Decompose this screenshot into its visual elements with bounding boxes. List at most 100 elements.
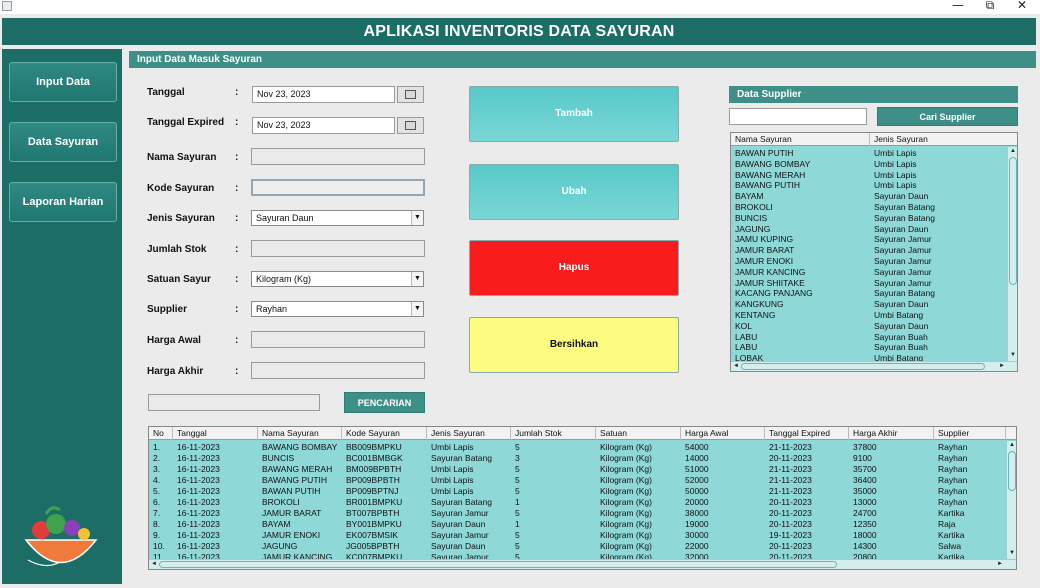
column-header[interactable]: Tanggal Expired	[765, 427, 849, 440]
table-cell: 19-11-2023	[769, 530, 812, 540]
scroll-down-icon[interactable]: ▼	[1007, 549, 1016, 558]
supplier-value: Rayhan	[256, 304, 288, 314]
column-header[interactable]: Jenis Sayuran	[870, 133, 1017, 146]
tanggal-calendar-button[interactable]	[397, 86, 424, 103]
chevron-down-icon[interactable]: ▼	[411, 302, 423, 316]
bersihkan-button[interactable]: Bersihkan	[469, 317, 679, 373]
search-input[interactable]	[148, 394, 320, 411]
column-header[interactable]: Jenis Sayuran	[427, 427, 511, 440]
table-row[interactable]: LABU Sayuran Buah	[731, 342, 1007, 353]
harga-akhir-field[interactable]	[251, 362, 425, 379]
table-row[interactable]: BAWANG PUTIH Umbi Lapis	[731, 180, 1007, 191]
table-row[interactable]: 7. 16-11-2023 JAMUR BARAT BT007BPBTH Sayuran…	[149, 508, 1006, 519]
supplier-horizontal-scrollbar[interactable]: ◄ ►	[731, 361, 1017, 371]
satuan-sayur-select[interactable]: Kilogram (Kg) ▼	[251, 271, 424, 287]
data-sayuran-table[interactable]: No Tanggal Nama Sayuran Kode Sayuran Jenis S…	[148, 426, 1017, 570]
scroll-thumb[interactable]	[1008, 451, 1016, 491]
tanggal-expired-field[interactable]: Nov 23, 2023	[252, 117, 395, 134]
table-cell: Kilogram (Kg)	[600, 475, 652, 485]
column-header[interactable]: Nama Sayuran	[258, 427, 342, 440]
sidebar-item-input-data[interactable]: Input Data	[9, 62, 117, 102]
colon: :	[235, 304, 239, 315]
column-header[interactable]: Satuan	[596, 427, 681, 440]
column-header[interactable]: Harga Awal	[681, 427, 765, 440]
pencarian-button[interactable]: PENCARIAN	[344, 392, 425, 413]
colon: :	[235, 244, 239, 255]
table-row[interactable]: KACANG PANJANG Sayuran Batang	[731, 288, 1007, 299]
tanggal-field[interactable]: Nov 23, 2023	[252, 86, 395, 103]
column-header[interactable]: Harga Akhir	[849, 427, 934, 440]
table-row[interactable]: 3. 16-11-2023 BAWANG MERAH BM009BPBTH Umbi L…	[149, 464, 1006, 475]
scroll-right-icon[interactable]: ►	[997, 362, 1007, 371]
table-row[interactable]: LABU Sayuran Buah	[731, 332, 1007, 343]
table-row[interactable]: 9. 16-11-2023 JAMUR ENOKI EK007BMSIK Sayuran…	[149, 530, 1006, 541]
maximize-button[interactable]: ⧉	[975, 0, 1005, 12]
hapus-button[interactable]: Hapus	[469, 240, 679, 296]
table-row[interactable]: 6. 16-11-2023 BROKOLI BR001BMPKU Sayuran Bat…	[149, 497, 1006, 508]
table-row[interactable]: 5. 16-11-2023 BAWAN PUTIH BP009BPTNJ Umbi La…	[149, 486, 1006, 497]
table-cell: Kartika	[938, 530, 965, 540]
table-row[interactable]: BUNCIS Sayuran Batang	[731, 213, 1007, 224]
sidebar-item-laporan-harian[interactable]: Laporan Harian	[9, 182, 117, 222]
table-row[interactable]: BAYAM Sayuran Daun	[731, 191, 1007, 202]
supplier-table[interactable]: Nama Sayuran Jenis Sayuran BAWAN PUTIH Um…	[730, 132, 1018, 372]
table-row[interactable]: JAMU KUPING Sayuran Jamur	[731, 234, 1007, 245]
table-row[interactable]: KENTANG Umbi Batang	[731, 310, 1007, 321]
tambah-button[interactable]: Tambah	[469, 86, 679, 142]
scroll-up-icon[interactable]: ▲	[1008, 147, 1017, 156]
chevron-down-icon[interactable]: ▼	[411, 211, 423, 225]
table-row[interactable]: 4. 16-11-2023 BAWANG PUTIH BP009BPBTH Umbi L…	[149, 475, 1006, 486]
table-row[interactable]: BAWAN PUTIH Umbi Lapis	[731, 148, 1007, 159]
supplier-vertical-scrollbar[interactable]: ▲ ▼	[1007, 147, 1017, 361]
table-row[interactable]: BROKOLI Sayuran Batang	[731, 202, 1007, 213]
supplier-select[interactable]: Rayhan ▼	[251, 301, 424, 317]
table-row[interactable]: JAMUR KANCING Sayuran Jamur	[731, 267, 1007, 278]
scroll-thumb[interactable]	[159, 561, 837, 568]
supplier-search-input[interactable]	[729, 108, 867, 125]
jenis-sayuran-select[interactable]: Sayuran Daun ▼	[251, 210, 424, 226]
nama-sayuran-field[interactable]	[251, 148, 425, 165]
column-header[interactable]: Supplier	[934, 427, 1006, 440]
scroll-thumb[interactable]	[741, 363, 985, 370]
data-horizontal-scrollbar[interactable]: ◄ ►	[149, 559, 1016, 569]
table-cell: Sayuran Daun	[874, 320, 929, 331]
table-row[interactable]: JAMUR ENOKI Sayuran Jamur	[731, 256, 1007, 267]
scroll-left-icon[interactable]: ◄	[149, 560, 159, 569]
scroll-down-icon[interactable]: ▼	[1008, 351, 1017, 360]
column-header[interactable]: No	[149, 427, 173, 440]
table-row[interactable]: JAGUNG Sayuran Daun	[731, 224, 1007, 235]
table-row[interactable]: BAWANG MERAH Umbi Lapis	[731, 170, 1007, 181]
ubah-button[interactable]: Ubah	[469, 164, 679, 220]
table-row[interactable]: KANGKUNG Sayuran Daun	[731, 299, 1007, 310]
cari-supplier-button[interactable]: Cari Supplier	[877, 107, 1018, 126]
scroll-thumb[interactable]	[1009, 157, 1017, 285]
table-row[interactable]: 2. 16-11-2023 BUNCIS BC001BMBGK Sayuran Bata…	[149, 453, 1006, 464]
table-cell: Sayuran Batang	[431, 497, 492, 507]
table-cell: 21-11-2023	[769, 464, 812, 474]
sidebar-item-data-sayuran[interactable]: Data Sayuran	[9, 122, 117, 162]
jumlah-stok-field[interactable]	[251, 240, 425, 257]
column-header[interactable]: Jumlah Stok	[511, 427, 596, 440]
close-button[interactable]: ✕	[1007, 0, 1037, 12]
label-supplier: Supplier	[147, 304, 188, 315]
harga-awal-field[interactable]	[251, 331, 425, 348]
column-header[interactable]: Kode Sayuran	[342, 427, 427, 440]
scroll-up-icon[interactable]: ▲	[1007, 441, 1016, 450]
scroll-left-icon[interactable]: ◄	[731, 362, 741, 371]
chevron-down-icon[interactable]: ▼	[411, 272, 423, 286]
table-row[interactable]: 10. 16-11-2023 JAGUNG JG005BPBTH Sayuran Dau…	[149, 541, 1006, 552]
table-row[interactable]: BAWANG BOMBAY Umbi Lapis	[731, 159, 1007, 170]
table-row[interactable]: JAMUR BARAT Sayuran Jamur	[731, 245, 1007, 256]
table-row[interactable]: KOL Sayuran Daun	[731, 321, 1007, 332]
scroll-right-icon[interactable]: ►	[995, 560, 1005, 569]
minimize-button[interactable]: —	[943, 0, 973, 12]
table-row[interactable]: 1. 16-11-2023 BAWANG BOMBAY BB009BMPKU Umbi …	[149, 442, 1006, 453]
column-header[interactable]: Tanggal	[173, 427, 258, 440]
table-row[interactable]: JAMUR SHIITAKE Sayuran Jamur	[731, 278, 1007, 289]
data-vertical-scrollbar[interactable]: ▲ ▼	[1006, 441, 1016, 559]
tanggal-expired-calendar-button[interactable]	[397, 117, 424, 134]
column-header[interactable]: Nama Sayuran	[731, 133, 870, 146]
label-harga-akhir: Harga Akhir	[147, 366, 204, 377]
table-row[interactable]: 8. 16-11-2023 BAYAM BY001BMPKU Sayuran Daun 1…	[149, 519, 1006, 530]
kode-sayuran-field[interactable]	[251, 179, 425, 196]
